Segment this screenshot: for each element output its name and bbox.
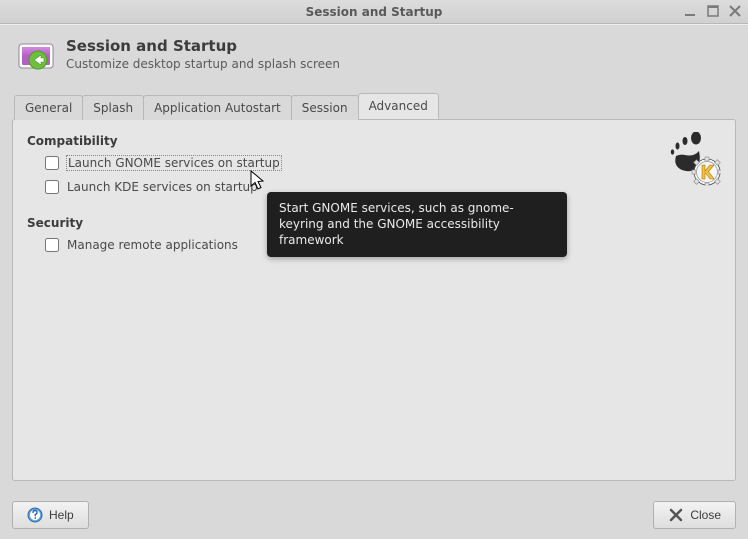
page-subtitle: Customize desktop startup and splash scr…	[66, 57, 340, 71]
session-startup-icon	[16, 39, 56, 79]
tab-application-autostart[interactable]: Application Autostart	[143, 95, 292, 120]
gnome-services-checkbox[interactable]	[45, 156, 59, 170]
remote-apps-checkbox[interactable]	[45, 238, 59, 252]
kde-services-checkbox[interactable]	[45, 180, 59, 194]
help-icon	[27, 507, 43, 523]
window-body: Session and Startup Customize desktop st…	[0, 24, 748, 539]
gnome-services-row: Launch GNOME services on startup	[45, 156, 721, 170]
gnome-services-label[interactable]: Launch GNOME services on startup	[67, 156, 281, 170]
window-close-icon[interactable]	[728, 4, 742, 18]
tooltip: Start GNOME services, such as gnome-keyr…	[267, 192, 567, 257]
dialog-header: Session and Startup Customize desktop st…	[0, 25, 748, 93]
tab-session[interactable]: Session	[291, 95, 359, 120]
help-button[interactable]: Help	[12, 501, 89, 529]
tab-advanced[interactable]: Advanced	[358, 93, 439, 119]
remote-apps-label[interactable]: Manage remote applications	[67, 238, 238, 252]
help-button-label: Help	[49, 508, 74, 522]
tab-page-advanced: Compatibility Launch GNOME services on s…	[12, 119, 736, 481]
tab-splash[interactable]: Splash	[82, 95, 144, 120]
compatibility-title: Compatibility	[27, 134, 721, 148]
close-button[interactable]: Close	[653, 501, 736, 529]
window-title: Session and Startup	[0, 5, 748, 19]
tab-general[interactable]: General	[14, 95, 83, 120]
tab-strip: General Splash Application Autostart Ses…	[12, 93, 736, 119]
window-maximize-icon[interactable]	[706, 4, 720, 18]
close-icon	[668, 507, 684, 523]
kde-services-label[interactable]: Launch KDE services on startup	[67, 180, 258, 194]
notebook: General Splash Application Autostart Ses…	[12, 93, 736, 481]
titlebar: Session and Startup	[0, 0, 748, 24]
action-bar: Help Close	[0, 491, 748, 539]
page-title: Session and Startup	[66, 37, 340, 55]
section-compatibility: Compatibility Launch GNOME services on s…	[27, 134, 721, 194]
close-button-label: Close	[690, 508, 721, 522]
window-minimize-icon[interactable]	[684, 4, 698, 18]
